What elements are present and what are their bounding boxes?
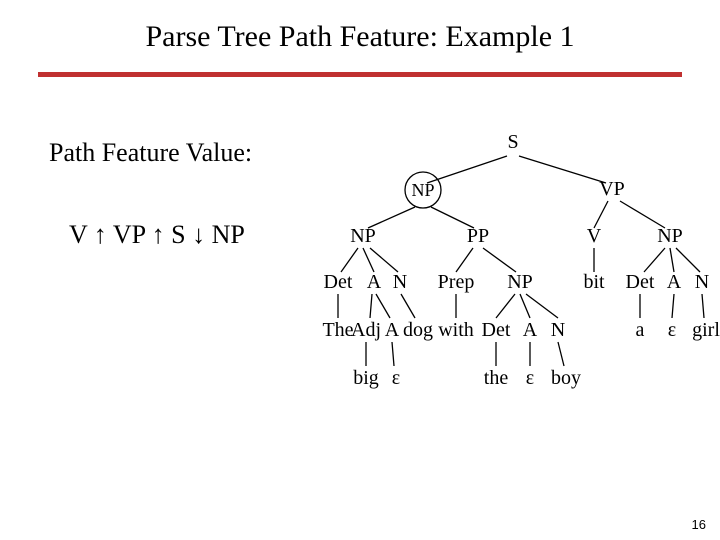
page-number: 16 [692, 517, 706, 532]
tree-node-adj: Adj [351, 319, 381, 341]
tree-node-det1: Det [324, 271, 353, 293]
tree-node-np-r: NP [657, 225, 683, 247]
tree-node-det2: Det [482, 319, 511, 341]
tree-leaf-the: the [484, 367, 509, 389]
tree-node-a-mid: A [523, 319, 538, 341]
tree-node-prep: Prep [438, 271, 475, 293]
tree-node-pp: PP [467, 225, 489, 247]
tree-node-a1: A [367, 271, 382, 293]
tree-leaf-eps-big: ε [392, 367, 400, 389]
tree-leaf-boy: boy [551, 367, 581, 389]
tree-leaf-big: big [353, 367, 379, 389]
title-underline [38, 72, 682, 77]
tree-leaf-eps-the: ε [526, 367, 534, 389]
tree-leaf-the-cap: The [322, 319, 353, 341]
tree-leaf-eps-a: ε [668, 319, 676, 341]
tree-node-a3: A [667, 271, 682, 293]
tree-leaf-with: with [438, 319, 474, 341]
parse-tree-diagram: S NP VP NP PP V NP Det A N Prep NP bit D… [308, 128, 720, 458]
tree-leaf-a: a [636, 319, 645, 341]
tree-node-det3: Det [626, 271, 655, 293]
tree-node-np-pp: NP [507, 271, 533, 293]
tree-node-vp: VP [599, 178, 625, 200]
tree-node-np-top: NP [411, 180, 434, 200]
tree-node-np-l: NP [350, 225, 376, 247]
tree-leaf-dog: dog [403, 319, 433, 341]
tree-node-n1: N [393, 271, 407, 293]
tree-leaf-bit: bit [583, 271, 605, 293]
tree-node-s: S [507, 131, 518, 153]
tree-node-a2: A [385, 319, 400, 341]
tree-node-n2: N [551, 319, 565, 341]
path-feature-value: V ↑ VP ↑ S ↓ NP [69, 220, 245, 250]
tree-node-v: V [587, 225, 602, 247]
slide-title: Parse Tree Path Feature: Example 1 [0, 20, 720, 54]
tree-node-n3: N [695, 271, 709, 293]
tree-leaf-girl: girl [692, 319, 720, 341]
path-feature-heading: Path Feature Value: [49, 138, 252, 168]
